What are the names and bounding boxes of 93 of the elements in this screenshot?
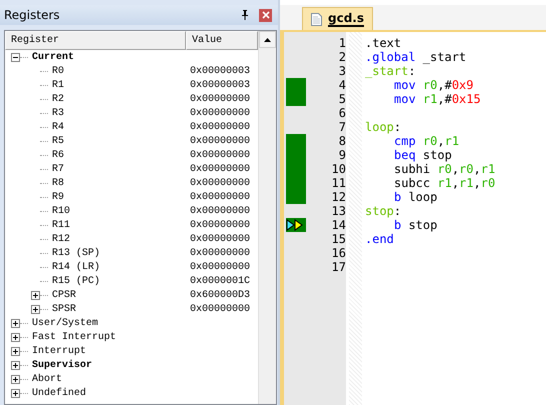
register-value: 0x00000003 bbox=[190, 66, 250, 76]
register-name[interactable]: Undefined bbox=[32, 388, 86, 398]
expand-icon[interactable] bbox=[11, 388, 20, 398]
register-name[interactable]: Fast Interrupt bbox=[32, 332, 116, 342]
line-number: 12 bbox=[332, 190, 346, 204]
register-name[interactable]: CPSR bbox=[52, 290, 76, 300]
register-value: 0x00000000 bbox=[190, 220, 250, 230]
register-value: 0x00000000 bbox=[190, 94, 250, 104]
code-line: stop: bbox=[365, 204, 402, 218]
register-name[interactable]: R5 bbox=[52, 136, 64, 146]
up-arrow-icon bbox=[264, 38, 271, 42]
expand-icon[interactable] bbox=[11, 346, 20, 356]
register-value: 0x00000000 bbox=[190, 136, 250, 146]
code-line: cmp r0,r1 bbox=[393, 134, 460, 148]
close-button[interactable] bbox=[259, 8, 272, 22]
line-number: 7 bbox=[338, 120, 346, 134]
register-name[interactable]: Current bbox=[32, 52, 74, 62]
register-name[interactable]: R4 bbox=[52, 122, 64, 132]
code-line: subhi r0,r0,r1 bbox=[393, 162, 496, 176]
register-value: 0x00000000 bbox=[190, 262, 250, 272]
line-number: 6 bbox=[338, 106, 346, 120]
line-number: 3 bbox=[338, 64, 346, 78]
column-header[interactable]: Value bbox=[186, 31, 258, 50]
expand-icon[interactable] bbox=[11, 332, 20, 342]
column-header[interactable]: Register bbox=[5, 31, 186, 50]
register-name[interactable]: Abort bbox=[32, 374, 62, 384]
file-icon bbox=[311, 12, 322, 26]
register-name[interactable]: Supervisor bbox=[32, 360, 92, 370]
register-name[interactable]: R0 bbox=[52, 66, 64, 76]
line-number: 11 bbox=[332, 176, 346, 190]
expand-icon[interactable] bbox=[11, 360, 20, 370]
register-name[interactable]: R3 bbox=[52, 108, 64, 118]
line-number: 1 bbox=[338, 36, 346, 50]
line-number: 13 bbox=[332, 204, 346, 218]
pin-icon[interactable] bbox=[241, 10, 249, 20]
code-line: mov r0,#0x9 bbox=[393, 78, 474, 92]
scrollbar[interactable] bbox=[258, 31, 276, 404]
expand-icon[interactable] bbox=[11, 318, 20, 328]
register-value: 0x00000000 bbox=[190, 206, 250, 216]
register-value: 0x00000000 bbox=[190, 234, 250, 244]
register-value: 0x00000000 bbox=[190, 108, 250, 118]
register-name[interactable]: R8 bbox=[52, 178, 64, 188]
line-number: 15 bbox=[332, 232, 346, 246]
line-number: 10 bbox=[332, 162, 346, 176]
register-value: 0x00000000 bbox=[190, 122, 250, 132]
register-name[interactable]: R9 bbox=[52, 192, 64, 202]
line-number: 16 bbox=[332, 246, 346, 260]
code-line: mov r1,#0x15 bbox=[393, 92, 481, 106]
line-number: 4 bbox=[338, 78, 346, 92]
register-value: 0x00000000 bbox=[190, 178, 250, 188]
line-number: 2 bbox=[338, 50, 346, 64]
panel-title: Registers bbox=[4, 8, 61, 22]
expand-icon[interactable] bbox=[11, 374, 20, 384]
expand-icon[interactable] bbox=[31, 290, 40, 300]
expand-icon[interactable] bbox=[31, 304, 40, 314]
register-value: 0x00000000 bbox=[190, 150, 250, 160]
code-line: .text bbox=[365, 36, 402, 50]
register-value: 0x00000000 bbox=[190, 164, 250, 174]
line-number: 5 bbox=[338, 92, 346, 106]
register-value: 0x0000001C bbox=[190, 276, 250, 286]
code-line: .global _start bbox=[365, 50, 466, 64]
register-value: 0x00000000 bbox=[190, 304, 250, 314]
register-name[interactable]: Interrupt bbox=[32, 346, 86, 356]
register-name[interactable]: R14 (LR) bbox=[52, 262, 100, 272]
code-line: b stop bbox=[393, 218, 438, 232]
register-name[interactable]: R12 bbox=[52, 234, 70, 244]
register-name[interactable]: R11 bbox=[52, 220, 70, 230]
code-line: _start: bbox=[365, 64, 416, 78]
register-name[interactable]: R1 bbox=[52, 80, 64, 90]
file-tab[interactable]: gcd.s bbox=[302, 7, 373, 30]
register-value: 0x600000D3 bbox=[190, 290, 250, 300]
line-number: 14 bbox=[332, 218, 346, 232]
scroll-up-button[interactable] bbox=[259, 31, 276, 48]
line-number: 8 bbox=[338, 134, 346, 148]
register-name[interactable]: R6 bbox=[52, 150, 64, 160]
register-name[interactable]: R15 (PC) bbox=[52, 276, 100, 286]
line-number: 17 bbox=[332, 260, 346, 274]
code-line: beq stop bbox=[393, 148, 452, 162]
register-name[interactable]: R7 bbox=[52, 164, 64, 174]
register-name[interactable]: User/System bbox=[32, 318, 98, 328]
register-name[interactable]: R2 bbox=[52, 94, 64, 104]
register-name[interactable]: SPSR bbox=[52, 304, 76, 314]
code-line: loop: bbox=[365, 120, 402, 134]
code-line: .end bbox=[365, 232, 394, 246]
code-line: subcc r1,r1,r0 bbox=[393, 176, 496, 190]
register-name[interactable]: R10 bbox=[52, 206, 70, 216]
register-value: 0x00000000 bbox=[190, 192, 250, 202]
register-value: 0x00000003 bbox=[190, 80, 250, 90]
code-line: b loop bbox=[393, 190, 438, 204]
register-value: 0x00000000 bbox=[190, 248, 250, 258]
line-number: 9 bbox=[338, 148, 346, 162]
collapse-icon[interactable] bbox=[11, 52, 20, 62]
register-name[interactable]: R13 (SP) bbox=[52, 248, 100, 258]
